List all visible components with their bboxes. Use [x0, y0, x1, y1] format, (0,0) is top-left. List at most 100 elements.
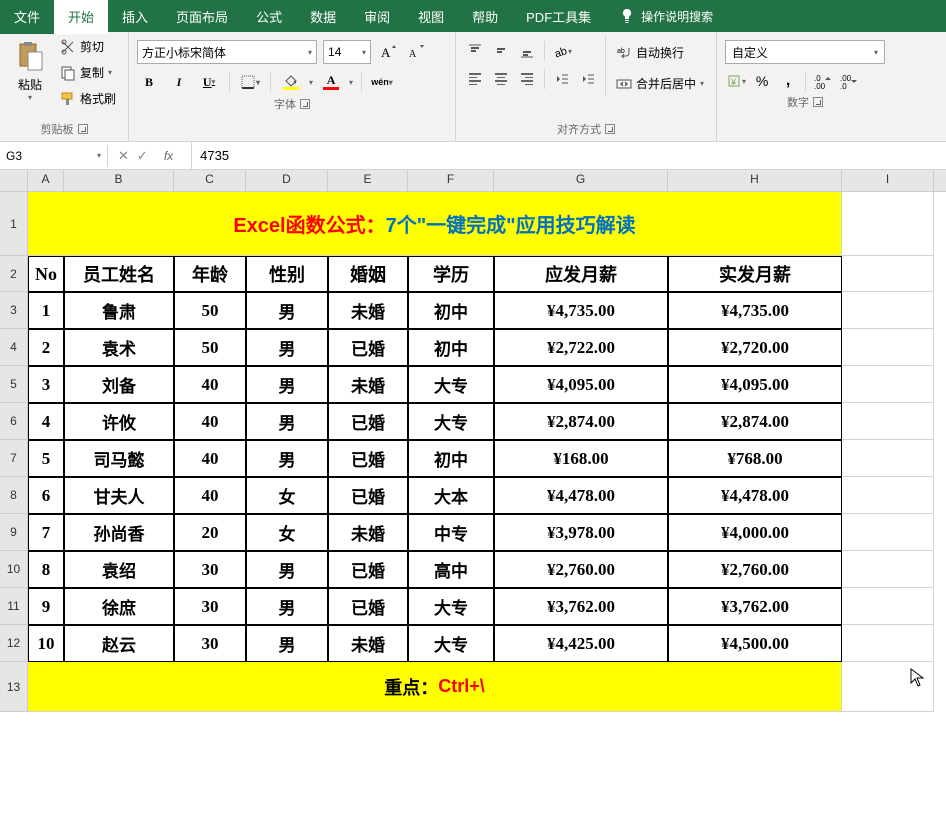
row-header[interactable]: 3 — [0, 292, 28, 329]
tab-file[interactable]: 文件 — [0, 0, 54, 34]
paste-button[interactable]: 粘贴 ▾ — [8, 36, 52, 106]
cell-due-salary[interactable]: ¥4,478.00 — [494, 477, 668, 514]
tab-review[interactable]: 审阅 — [350, 0, 404, 34]
cell-education[interactable]: 高中 — [408, 551, 494, 588]
cell-name[interactable]: 徐庶 — [64, 588, 174, 625]
increase-decimal-button[interactable]: .0.00 — [812, 70, 834, 92]
tab-data[interactable]: 数据 — [296, 0, 350, 34]
cell-age[interactable]: 40 — [174, 366, 246, 403]
cell-marriage[interactable]: 已婚 — [328, 329, 408, 366]
cell-age[interactable]: 40 — [174, 440, 246, 477]
header-cell[interactable]: 性别 — [246, 256, 328, 292]
fill-color-button[interactable] — [279, 74, 303, 90]
cell-marriage[interactable]: 已婚 — [328, 403, 408, 440]
col-header[interactable]: B — [64, 170, 174, 191]
cell-name[interactable]: 许攸 — [64, 403, 174, 440]
cell-gender[interactable]: 男 — [246, 440, 328, 477]
cell-due-salary[interactable]: ¥3,762.00 — [494, 588, 668, 625]
tell-me-search[interactable]: 操作说明搜索 — [605, 8, 727, 25]
align-center-button[interactable] — [490, 68, 512, 90]
cell[interactable] — [842, 551, 934, 588]
align-left-button[interactable] — [464, 68, 486, 90]
align-bottom-button[interactable] — [516, 40, 538, 62]
formula-input[interactable]: 4735 — [192, 144, 946, 167]
cell[interactable] — [842, 440, 934, 477]
cell-no[interactable]: 1 — [28, 292, 64, 329]
col-header[interactable]: I — [842, 170, 934, 191]
cell-name[interactable]: 甘夫人 — [64, 477, 174, 514]
col-header[interactable]: C — [174, 170, 246, 191]
comma-button[interactable]: , — [777, 70, 799, 92]
decrease-decimal-button[interactable]: .00.0 — [838, 70, 860, 92]
cell-no[interactable]: 10 — [28, 625, 64, 662]
cell-no[interactable]: 4 — [28, 403, 64, 440]
cell[interactable] — [842, 329, 934, 366]
tab-page-layout[interactable]: 页面布局 — [162, 0, 242, 34]
cell-actual-salary[interactable]: ¥4,000.00 — [668, 514, 842, 551]
cell-actual-salary[interactable]: ¥2,720.00 — [668, 329, 842, 366]
cell[interactable] — [842, 588, 934, 625]
cell-age[interactable]: 40 — [174, 403, 246, 440]
header-cell[interactable]: No — [28, 256, 64, 292]
cell-marriage[interactable]: 未婚 — [328, 366, 408, 403]
cell-age[interactable]: 30 — [174, 551, 246, 588]
cell[interactable] — [842, 292, 934, 329]
cell-gender[interactable]: 男 — [246, 625, 328, 662]
align-right-button[interactable] — [516, 68, 538, 90]
cell[interactable] — [842, 514, 934, 551]
cell-education[interactable]: 大本 — [408, 477, 494, 514]
font-dialog-launcher[interactable] — [300, 99, 310, 109]
cell-due-salary[interactable]: ¥2,760.00 — [494, 551, 668, 588]
row-header[interactable]: 4 — [0, 329, 28, 366]
cell-marriage[interactable]: 未婚 — [328, 625, 408, 662]
cell-no[interactable]: 7 — [28, 514, 64, 551]
cell-education[interactable]: 初中 — [408, 329, 494, 366]
header-cell[interactable]: 应发月薪 — [494, 256, 668, 292]
cell-gender[interactable]: 男 — [246, 551, 328, 588]
cell-due-salary[interactable]: ¥4,735.00 — [494, 292, 668, 329]
row-header[interactable]: 6 — [0, 403, 28, 440]
cell-actual-salary[interactable]: ¥2,874.00 — [668, 403, 842, 440]
italic-button[interactable]: I — [167, 70, 191, 94]
row-header[interactable]: 2 — [0, 256, 28, 292]
cell-no[interactable]: 5 — [28, 440, 64, 477]
cell-name[interactable]: 赵云 — [64, 625, 174, 662]
row-header[interactable]: 11 — [0, 588, 28, 625]
cell-no[interactable]: 2 — [28, 329, 64, 366]
format-painter-button[interactable]: 格式刷 — [56, 88, 120, 109]
align-middle-button[interactable] — [490, 40, 512, 62]
cell-name[interactable]: 袁术 — [64, 329, 174, 366]
cell-gender[interactable]: 男 — [246, 292, 328, 329]
row-header[interactable]: 5 — [0, 366, 28, 403]
cell-age[interactable]: 40 — [174, 477, 246, 514]
cell-gender[interactable]: 男 — [246, 588, 328, 625]
tab-help[interactable]: 帮助 — [458, 0, 512, 34]
cell-due-salary[interactable]: ¥4,095.00 — [494, 366, 668, 403]
col-header[interactable]: E — [328, 170, 408, 191]
cancel-formula-button[interactable]: ✕ — [118, 148, 129, 164]
cell[interactable] — [842, 403, 934, 440]
header-cell[interactable]: 学历 — [408, 256, 494, 292]
font-color-button[interactable]: A — [319, 74, 343, 90]
row-header[interactable]: 12 — [0, 625, 28, 662]
tab-view[interactable]: 视图 — [404, 0, 458, 34]
cut-button[interactable]: 剪切 — [56, 36, 120, 57]
col-header[interactable]: A — [28, 170, 64, 191]
select-all-corner[interactable] — [0, 170, 28, 191]
cell-due-salary[interactable]: ¥168.00 — [494, 440, 668, 477]
copy-button[interactable]: 复制 ▾ — [56, 62, 120, 83]
number-dialog-launcher[interactable] — [813, 97, 823, 107]
cell-age[interactable]: 50 — [174, 292, 246, 329]
cell-age[interactable]: 50 — [174, 329, 246, 366]
col-header[interactable]: D — [246, 170, 328, 191]
accounting-format-button[interactable]: ¥▾ — [725, 70, 747, 92]
tab-pdf-tools[interactable]: PDF工具集 — [512, 0, 605, 34]
cell-due-salary[interactable]: ¥2,874.00 — [494, 403, 668, 440]
underline-button[interactable]: U▾ — [197, 70, 221, 94]
cell[interactable] — [842, 192, 934, 256]
phonetic-guide-button[interactable]: wén▾ — [370, 70, 394, 94]
wrap-text-button[interactable]: ab 自动换行 — [612, 42, 708, 63]
cell-age[interactable]: 20 — [174, 514, 246, 551]
cell-due-salary[interactable]: ¥2,722.00 — [494, 329, 668, 366]
bold-button[interactable]: B — [137, 70, 161, 94]
